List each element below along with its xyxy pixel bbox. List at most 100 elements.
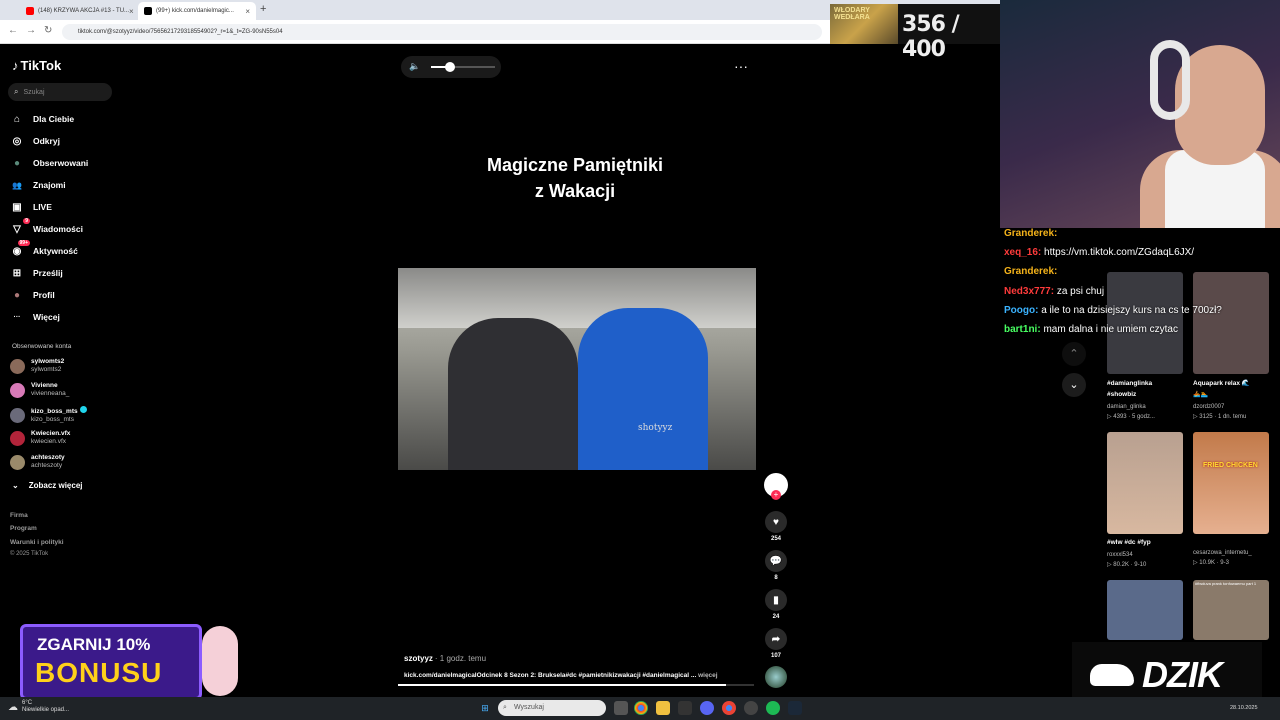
app-icon[interactable]	[678, 701, 692, 715]
avatar	[10, 454, 25, 470]
music-disc-icon[interactable]	[765, 666, 787, 688]
taskbar-date: 28.10.2025	[1230, 705, 1258, 711]
footer-link-company[interactable]: Firma	[10, 512, 28, 519]
start-windows-icon[interactable]: ⊞	[478, 701, 492, 715]
nav-item-upload[interactable]: ⊞ Prześlij	[10, 265, 63, 281]
nav-item-explore[interactable]: ◎ Odkryj	[10, 133, 60, 149]
followed-account[interactable]: kizo_boss_mts kizo_boss_mts	[10, 406, 87, 424]
profile-avatar-icon: ●	[13, 289, 21, 301]
recommended-author[interactable]: roxxxl534	[1107, 550, 1187, 560]
obs-icon[interactable]	[744, 701, 758, 715]
like-button[interactable]: ♥ 254	[764, 511, 788, 542]
close-tab-icon[interactable]: ×	[245, 7, 250, 16]
more-options-icon[interactable]: ···	[734, 58, 748, 74]
nav-label: Znajomi	[33, 180, 66, 190]
followed-account[interactable]: sylwomts2 sylwomts2	[10, 358, 64, 374]
nav-item-friends[interactable]: 👥 Znajomi	[10, 177, 66, 193]
recommended-video-thumbnail[interactable]: #fiwduva prank tonfowaemu part 1	[1193, 580, 1269, 640]
browser-tab-tiktok[interactable]: (99+) kick.com/danielmagic... ×	[138, 2, 256, 20]
tiktok-logo[interactable]: ♪ TikTok	[12, 58, 61, 73]
recommended-author[interactable]: cesarzowa_internetu_	[1193, 548, 1273, 558]
headset-icon	[1150, 40, 1190, 120]
video-author[interactable]: szotyyz	[404, 654, 433, 663]
video-progress-bar[interactable]	[398, 684, 754, 686]
following-avatar-icon: ●	[13, 157, 21, 169]
nav-label: Aktywność	[33, 246, 78, 256]
discord-icon[interactable]	[700, 701, 714, 715]
chevron-up-icon: ⌃	[1069, 348, 1079, 360]
nav-item-more[interactable]: ··· Więcej	[10, 309, 60, 325]
account-name: sylwomts2	[31, 358, 65, 365]
nav-item-live[interactable]: ▣ LIVE	[10, 199, 52, 215]
recommended-stats: ▷ 4393 · 5 godz...	[1107, 414, 1155, 420]
live-tv-icon: ▣	[12, 201, 22, 213]
nav-item-following[interactable]: ● Obserwowani	[10, 155, 88, 171]
next-video-button[interactable]: ⌄	[1062, 373, 1086, 397]
recommended-caption[interactable]: #damianglinka #showbiz	[1107, 378, 1183, 400]
previous-video-button[interactable]: ⌃	[1062, 342, 1086, 366]
weather-widget[interactable]: ☁ 6°C Niewielkie opad...	[8, 700, 69, 714]
video-author-line[interactable]: szotyyz · 1 godz. temu	[404, 654, 486, 663]
footer-link-program[interactable]: Program	[10, 525, 37, 532]
recommended-caption[interactable]: #wlw #dc #fyp	[1107, 537, 1183, 548]
close-tab-icon[interactable]: ×	[129, 7, 134, 16]
task-view-icon[interactable]	[614, 701, 628, 715]
avatar	[10, 382, 25, 398]
nav-item-messages[interactable]: ▽ 9 Wiadomości	[10, 218, 83, 237]
tiktok-note-icon: ♪	[12, 58, 19, 73]
share-icon: ➦	[765, 628, 787, 650]
chrome-profile-icon[interactable]	[722, 701, 736, 715]
recommended-video-thumbnail[interactable]	[1107, 580, 1183, 640]
save-button[interactable]: ▮ 24	[764, 589, 788, 620]
new-tab-button[interactable]: +	[260, 3, 266, 15]
chat-text: mam dalna i nie umiem czytac	[1043, 324, 1178, 335]
chat-message: xeq_16: https://vm.tiktok.com/ZGdaqL6JX/	[1004, 247, 1194, 258]
chat-message: bart1ni: mam dalna i nie umiem czytac	[1004, 324, 1178, 335]
activity-glyph: ◉	[12, 245, 22, 257]
stream-chat: Granderek: xeq_16: https://vm.tiktok.com…	[1000, 226, 1280, 340]
avatar	[10, 407, 25, 423]
recommended-caption[interactable]: Aquapark relax 🌊	[1193, 378, 1269, 389]
thumbnail-overlay-text: #fiwduva prank tonfowaemu part 1	[1195, 581, 1257, 586]
video-title-line: Magiczne Pamiętniki	[486, 155, 664, 175]
nav-item-activity[interactable]: ◉ 99+ Aktywność	[10, 240, 78, 259]
video-frame[interactable]: shotyyz	[398, 268, 756, 470]
spotify-icon[interactable]	[766, 701, 780, 715]
followed-account[interactable]: Kwiecien.vfx kwiecien.vfx	[10, 430, 70, 446]
share-button[interactable]: ➦ 107	[764, 628, 788, 659]
recommended-author[interactable]: damian_glinka	[1107, 402, 1187, 412]
recommended-video-thumbnail[interactable]	[1107, 432, 1183, 534]
video-title-line: z Wakacji	[534, 181, 616, 201]
streamer-webcam	[1000, 0, 1280, 228]
back-icon[interactable]: ←	[8, 25, 18, 36]
url-field[interactable]: tiktok.com/@szotyyz/video/75656217293185…	[62, 24, 822, 40]
nav-item-profile[interactable]: ● Profil	[10, 287, 55, 303]
followed-account[interactable]: achteszoty achteszoty	[10, 454, 65, 470]
volume-control[interactable]: 🔈	[401, 56, 501, 78]
footer-link-terms[interactable]: Warunki i polityki	[10, 539, 64, 546]
more-link[interactable]: więcej	[698, 672, 718, 679]
steam-icon[interactable]	[788, 701, 802, 715]
forward-icon[interactable]: →	[26, 25, 36, 36]
comment-button[interactable]: 💬 8	[764, 550, 788, 581]
reload-icon[interactable]: ↻	[44, 25, 52, 36]
taskbar-search-input[interactable]: ⌕ Wyszukaj	[498, 700, 606, 716]
speaker-icon[interactable]: 🔈	[409, 61, 420, 72]
followed-account[interactable]: Vivienne vivienneana_	[10, 382, 69, 398]
file-explorer-icon[interactable]	[656, 701, 670, 715]
nav-label: Wiadomości	[33, 224, 83, 234]
chat-message: Poogo: a ile to na dzisiejszy kurs na cs…	[1004, 305, 1222, 316]
chat-message: Granderek:	[1004, 228, 1057, 239]
search-input[interactable]: ⌕ Szukaj	[8, 83, 112, 101]
volume-knob[interactable]	[445, 62, 456, 72]
bonus-main-text: BONUSU	[35, 657, 163, 688]
see-more-button[interactable]: ⌄ Zobacz więcej	[12, 481, 83, 490]
recommended-video-thumbnail[interactable]: FRIED CHICKEN	[1193, 432, 1269, 534]
recommended-author[interactable]: dzordz0007	[1193, 402, 1273, 412]
follow-plus-icon[interactable]: +	[771, 490, 781, 500]
nav-item-for-you[interactable]: ⌂ Dla Ciebie	[10, 111, 74, 127]
chat-user: Ned3x777:	[1004, 286, 1055, 297]
comment-icon: 💬	[765, 550, 787, 572]
browser-tab-youtube[interactable]: (148) KRZYWA AKCJA #13 - TU... ×	[20, 2, 136, 20]
chrome-icon[interactable]	[634, 701, 648, 715]
